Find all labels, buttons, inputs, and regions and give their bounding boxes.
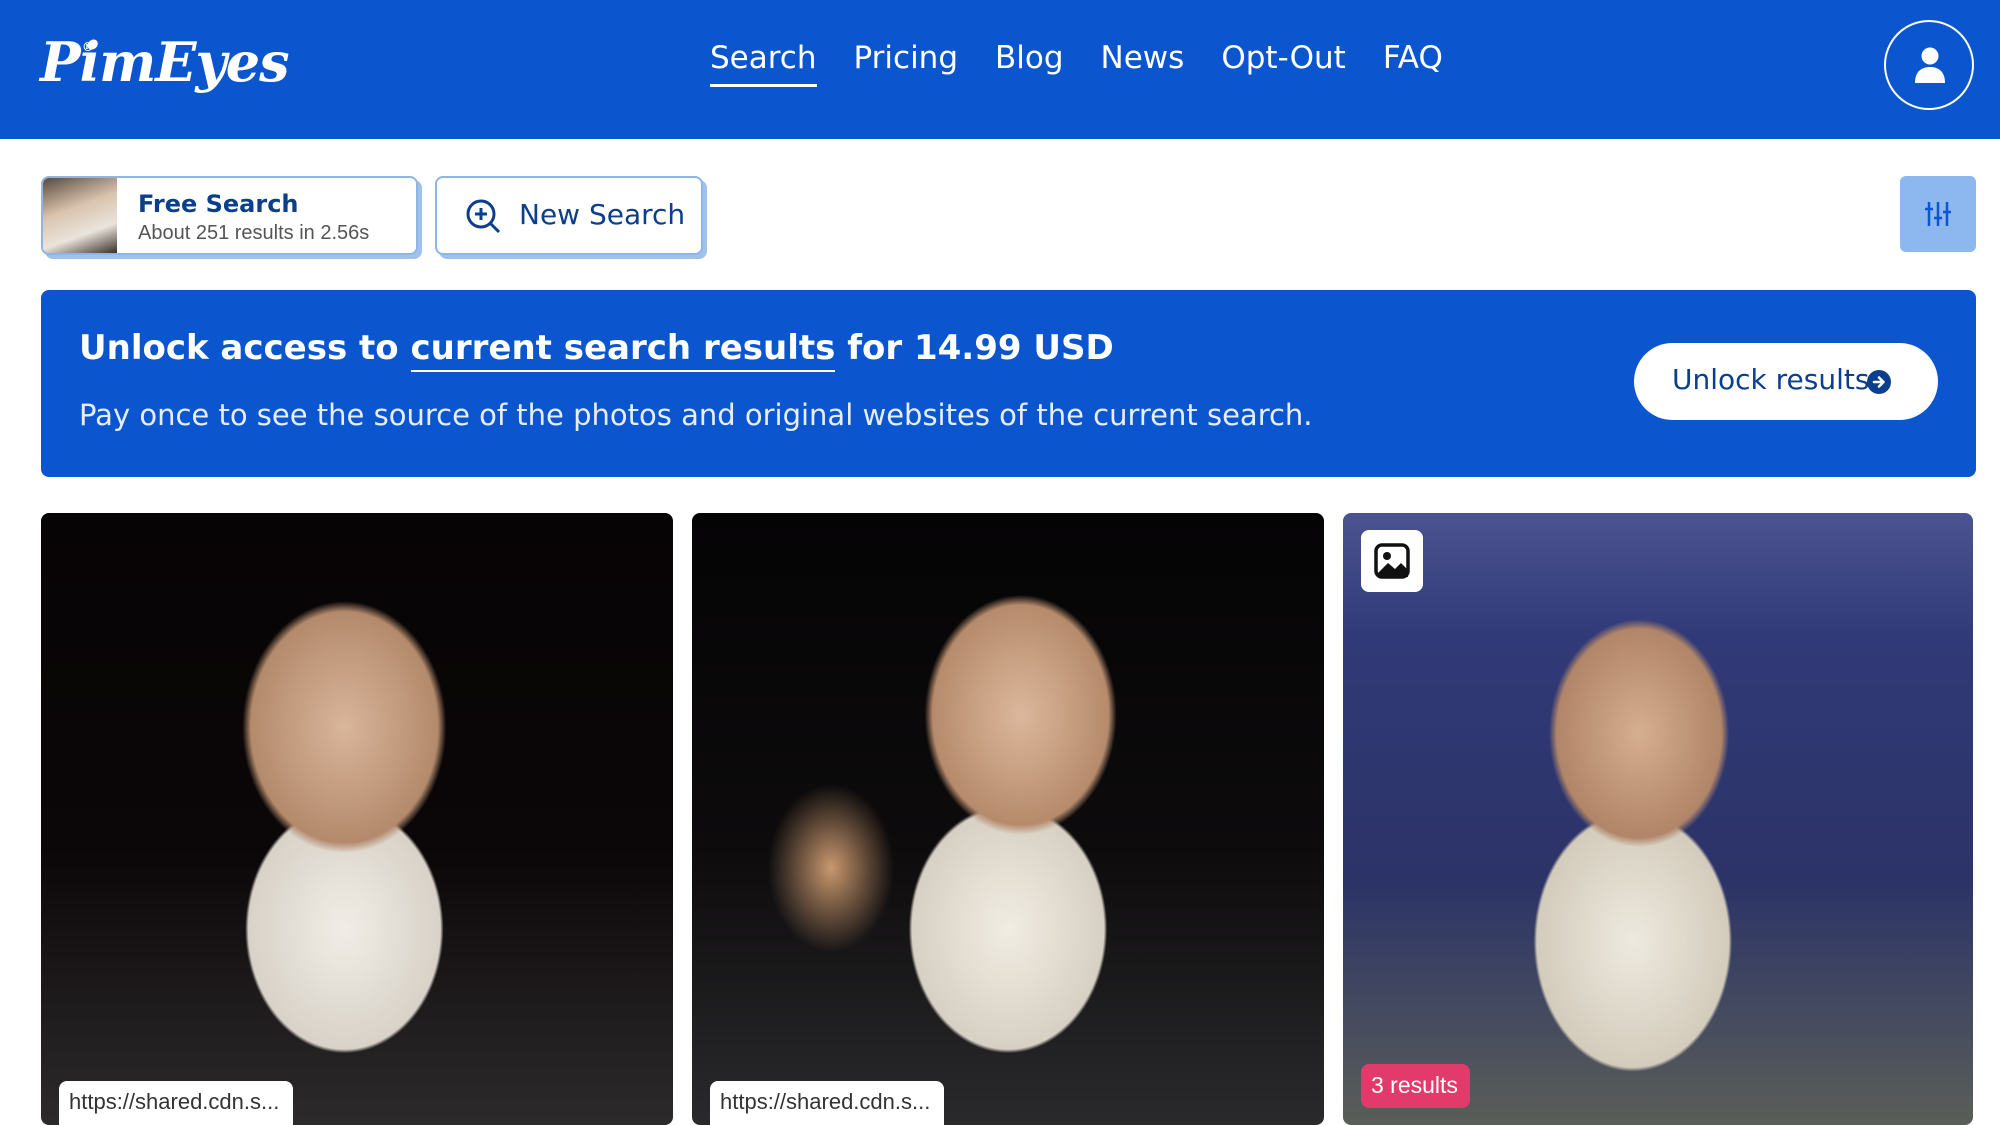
nav-pricing[interactable]: Pricing [854, 40, 959, 87]
headline-pre: Unlock access to [79, 328, 411, 368]
result-card[interactable]: https://shared.cdn.s... [692, 513, 1324, 1125]
query-face-thumbnail [43, 178, 117, 253]
result-url: https://shared.cdn.s... [59, 1081, 294, 1125]
result-card[interactable]: https://shared.cdn.s... [41, 513, 673, 1125]
free-search-title: Free Search [138, 190, 299, 218]
result-url: https://shared.cdn.s... [710, 1081, 945, 1125]
new-search-button[interactable]: New Search [435, 176, 703, 255]
nav-opt-out[interactable]: Opt-Out [1221, 40, 1345, 87]
unlock-results-button[interactable]: Unlock results [1634, 343, 1938, 420]
arrow-right-circle-icon [1867, 370, 1891, 394]
logo-registered-mark: ® [82, 40, 94, 54]
sliders-icon [1925, 202, 1951, 226]
results-count-badge: 3 results [1361, 1064, 1470, 1108]
profile-button[interactable] [1884, 20, 1974, 110]
pimeyes-logo[interactable]: PimEyes ® [40, 30, 290, 94]
filter-button[interactable] [1900, 176, 1976, 252]
nav-news[interactable]: News [1101, 40, 1185, 87]
image-icon [1361, 530, 1423, 592]
headline-price: for 14.99 USD [835, 328, 1114, 368]
user-icon [1915, 47, 1945, 83]
free-search-summary[interactable]: Free Search About 251 results in 2.56s [41, 176, 418, 255]
nav-faq[interactable]: FAQ [1383, 40, 1443, 87]
current-search-results-link[interactable]: current search results [410, 328, 836, 372]
main-nav: Search Pricing Blog News Opt-Out FAQ [710, 40, 1480, 87]
nav-search[interactable]: Search [710, 40, 817, 87]
banner-headline: Unlock access to current search results … [79, 328, 1114, 372]
new-search-label: New Search [519, 198, 686, 231]
result-card[interactable]: 3 results [1343, 513, 1973, 1125]
logo-text: PimEyes [40, 30, 290, 94]
unlock-results-label: Unlock results [1672, 363, 1870, 396]
banner-description: Pay once to see the source of the photos… [79, 398, 1313, 432]
results-count-text: About 251 results in 2.56s [138, 222, 370, 244]
unlock-banner: Unlock access to current search results … [41, 290, 1976, 477]
zoom-plus-icon [466, 199, 501, 234]
nav-blog[interactable]: Blog [995, 40, 1064, 87]
top-navigation-bar: PimEyes ® Search Pricing Blog News Opt-O… [0, 0, 2000, 139]
